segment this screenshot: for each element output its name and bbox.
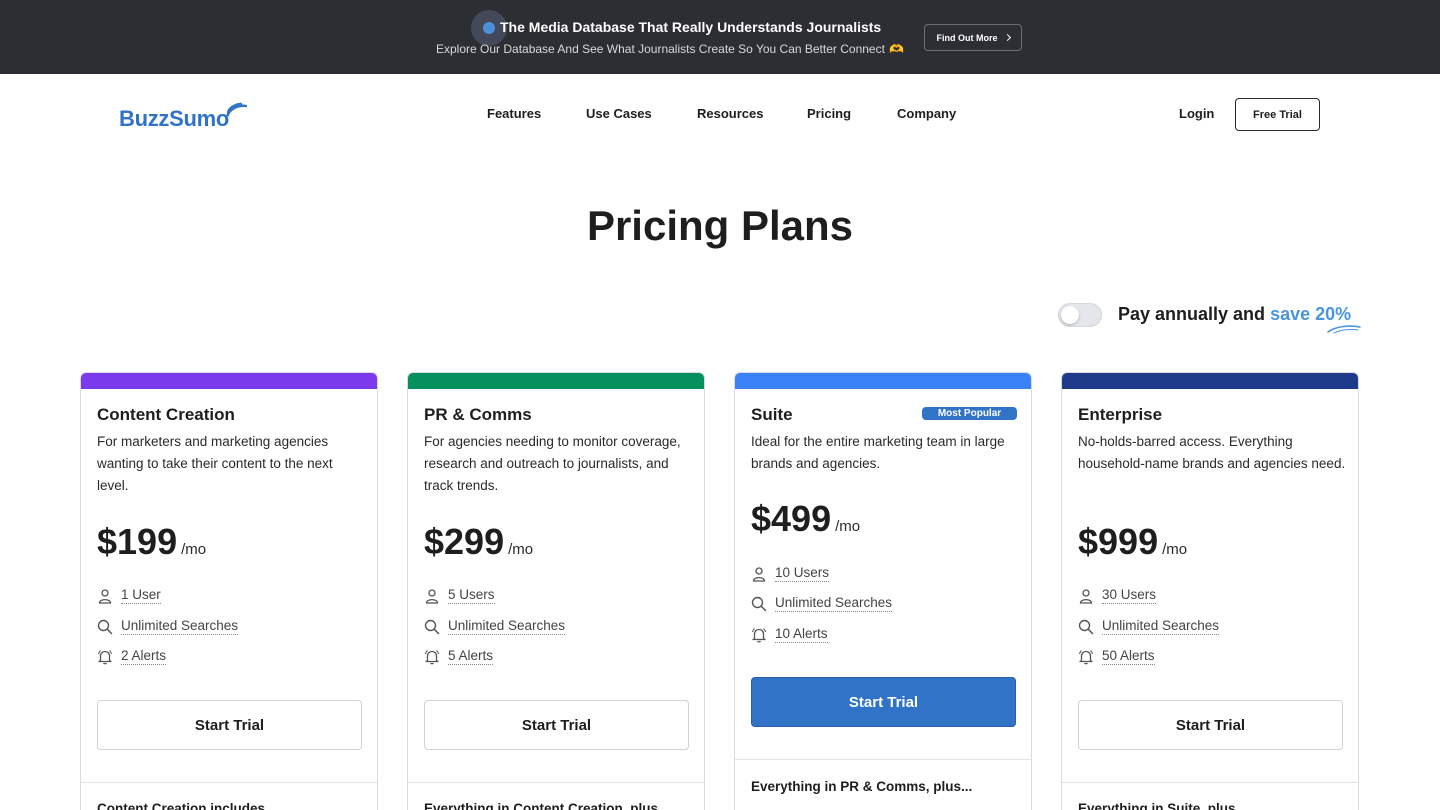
plan-includes-heading: Content Creation includes... bbox=[97, 801, 277, 810]
main-nav: Features Use Cases Resources Pricing Com… bbox=[0, 106, 1440, 126]
plan-includes-heading: Everything in Content Creation, plus... bbox=[424, 801, 670, 810]
plan-color-bar bbox=[735, 373, 1031, 389]
plan-price: $299 /mo bbox=[424, 521, 533, 563]
search-icon bbox=[97, 619, 113, 634]
feature-searches: Unlimited Searches bbox=[424, 618, 566, 635]
user-icon bbox=[752, 566, 766, 582]
card-divider bbox=[81, 782, 377, 783]
search-icon bbox=[424, 619, 440, 634]
announcement-subtitle: Explore Our Database And See What Journa… bbox=[436, 42, 904, 56]
find-out-more-button[interactable]: Find Out More bbox=[924, 24, 1022, 51]
plan-card-suite: Suite Most Popular Ideal for the entire … bbox=[734, 372, 1032, 810]
feature-users: 1 User bbox=[97, 587, 161, 604]
plan-description: For agencies needing to monitor coverage… bbox=[424, 434, 681, 493]
plan-color-bar bbox=[1062, 373, 1358, 389]
annual-billing-toggle[interactable] bbox=[1058, 303, 1102, 327]
feature-searches: Unlimited Searches bbox=[1078, 618, 1220, 635]
toggle-knob bbox=[1061, 306, 1079, 324]
plan-description: Ideal for the entire marketing team in l… bbox=[751, 434, 1005, 471]
plan-name: Enterprise bbox=[1078, 405, 1163, 424]
search-icon bbox=[751, 596, 767, 611]
most-popular-badge: Most Popular bbox=[922, 407, 1017, 420]
nav-company[interactable]: Company bbox=[897, 106, 956, 121]
feature-alerts: 5 Alerts bbox=[424, 648, 494, 665]
start-trial-button[interactable]: Start Trial bbox=[751, 677, 1016, 727]
plan-price: $499 /mo bbox=[751, 498, 860, 540]
plan-description: For marketers and marketing agencies wan… bbox=[97, 434, 333, 493]
plan-color-bar bbox=[408, 373, 704, 389]
bell-icon bbox=[424, 649, 440, 664]
user-icon bbox=[425, 588, 439, 604]
bell-icon bbox=[1078, 649, 1094, 664]
nav-resources[interactable]: Resources bbox=[697, 106, 763, 121]
plan-name: PR & Comms bbox=[424, 405, 532, 424]
nav-pricing[interactable]: Pricing bbox=[807, 106, 851, 121]
price-period: /mo bbox=[1162, 541, 1188, 558]
announcement-title: The Media Database That Really Understan… bbox=[500, 19, 882, 35]
feature-searches: Unlimited Searches bbox=[97, 618, 239, 635]
card-divider bbox=[1062, 782, 1358, 783]
feature-alerts: 2 Alerts bbox=[97, 648, 167, 665]
heart-hands-icon: 🫶 bbox=[888, 42, 904, 56]
plan-card-content-creation: Content Creation For marketers and marke… bbox=[80, 372, 378, 810]
annual-billing-label: Pay annually and save 20% bbox=[1118, 304, 1352, 324]
price-amount: $199 bbox=[97, 521, 178, 562]
price-period: /mo bbox=[508, 541, 534, 558]
price-amount: $499 bbox=[751, 498, 832, 539]
price-amount: $999 bbox=[1078, 521, 1159, 562]
plan-description: No-holds-barred access. Everything house… bbox=[1078, 434, 1346, 471]
free-trial-button[interactable]: Free Trial bbox=[1235, 98, 1320, 131]
user-icon bbox=[1079, 588, 1093, 604]
plan-card-pr-comms: PR & Comms For agencies needing to monit… bbox=[407, 372, 705, 810]
card-divider bbox=[408, 782, 704, 783]
feature-users: 10 Users bbox=[751, 565, 830, 582]
plan-card-enterprise: Enterprise No-holds-barred access. Every… bbox=[1061, 372, 1359, 810]
underline-swoosh-icon bbox=[1327, 325, 1361, 334]
search-icon bbox=[1078, 619, 1094, 634]
pulse-dot-icon bbox=[483, 22, 495, 34]
page-title: Pricing Plans bbox=[586, 202, 854, 249]
plan-name: Content Creation bbox=[97, 405, 235, 424]
nav-features[interactable]: Features bbox=[487, 106, 541, 121]
bell-icon bbox=[751, 627, 767, 642]
card-divider bbox=[735, 759, 1031, 760]
plan-includes-heading: Everything in PR & Comms, plus... bbox=[751, 779, 973, 794]
start-trial-button[interactable]: Start Trial bbox=[1078, 700, 1343, 750]
plan-includes-heading: Everything in Suite, plus... bbox=[1078, 801, 1247, 810]
plan-price: $199 /mo bbox=[97, 521, 206, 563]
save-highlight: save 20% bbox=[1270, 304, 1352, 324]
feature-users: 30 Users bbox=[1078, 587, 1157, 604]
price-period: /mo bbox=[181, 541, 207, 558]
price-amount: $299 bbox=[424, 521, 505, 562]
feature-alerts: 10 Alerts bbox=[751, 626, 828, 643]
bell-icon bbox=[97, 649, 113, 664]
feature-searches: Unlimited Searches bbox=[751, 595, 893, 612]
feature-users: 5 Users bbox=[424, 587, 495, 604]
announcement-bar: The Media Database That Really Understan… bbox=[0, 0, 1440, 74]
plan-price: $999 /mo bbox=[1078, 521, 1187, 563]
start-trial-button[interactable]: Start Trial bbox=[97, 700, 362, 750]
plan-name: Suite bbox=[751, 405, 793, 424]
nav-use-cases[interactable]: Use Cases bbox=[586, 106, 652, 121]
plan-color-bar bbox=[81, 373, 377, 389]
price-period: /mo bbox=[835, 518, 861, 535]
user-icon bbox=[98, 588, 112, 604]
feature-alerts: 50 Alerts bbox=[1078, 648, 1155, 665]
chevron-right-icon bbox=[1003, 33, 1011, 42]
start-trial-button[interactable]: Start Trial bbox=[424, 700, 689, 750]
login-link[interactable]: Login bbox=[1179, 106, 1214, 121]
find-out-more-label: Find Out More bbox=[936, 32, 998, 43]
